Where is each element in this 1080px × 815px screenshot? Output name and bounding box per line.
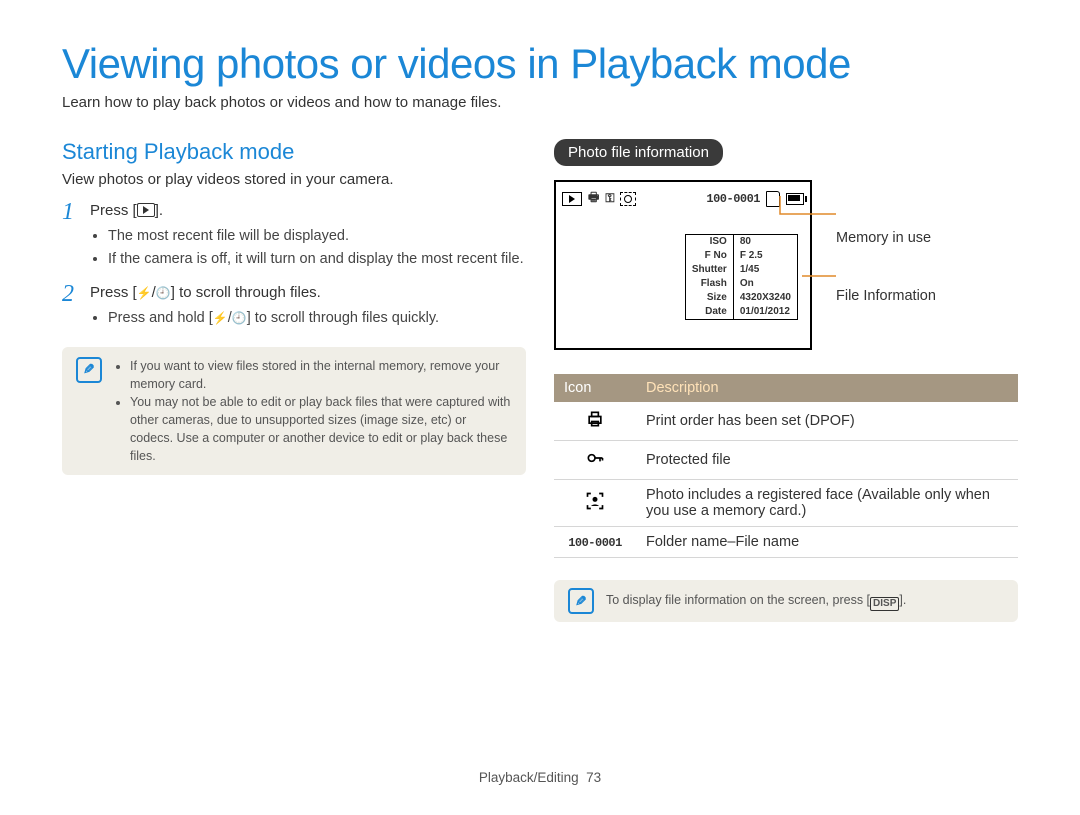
callout-file-information: File Information — [836, 288, 936, 304]
th-description: Description — [636, 374, 1018, 402]
step1-bullet-1: The most recent file will be displayed. — [108, 226, 524, 247]
step-2: 2 Press [/] to scroll through files. Pre… — [62, 282, 526, 331]
playback-mode-icon — [562, 192, 582, 206]
timer-right-icon — [232, 310, 247, 326]
step2-bullet: Press and hold [/] to scroll through fil… — [108, 308, 439, 329]
page-subtitle: Learn how to play back photos or videos … — [62, 94, 1018, 111]
bottom-note: To display file information on the scree… — [554, 580, 1018, 622]
step2-text-post: ] to scroll through files. — [171, 284, 321, 301]
step1-bullet-2: If the camera is off, it will turn on an… — [108, 249, 524, 270]
folder-file-counter: 100-0001 — [554, 527, 636, 558]
step-number: 2 — [62, 282, 80, 331]
page-title: Viewing photos or videos in Playback mod… — [62, 40, 1018, 88]
flash-left-icon — [137, 284, 152, 301]
face-icon — [620, 192, 636, 206]
section-subtitle: View photos or play videos stored in you… — [62, 171, 526, 188]
th-icon: Icon — [554, 374, 636, 402]
page-footer: Playback/Editing 73 — [0, 770, 1080, 785]
step-number: 1 — [62, 200, 80, 272]
right-column: Photo file information 100-0001 — [554, 139, 1018, 622]
flash-left-icon — [213, 310, 228, 326]
face-detect-icon — [554, 480, 636, 527]
step1-text-pre: Press [ — [90, 202, 137, 219]
callout-memory-in-use: Memory in use — [836, 230, 936, 246]
memory-card-icon — [766, 191, 780, 207]
note-item-2: You may not be able to edit or play back… — [130, 393, 512, 466]
battery-icon — [786, 193, 804, 205]
step-1: 1 Press []. The most recent file will be… — [62, 200, 526, 272]
table-row: Protected file — [554, 441, 1018, 480]
row-desc: Protected file — [636, 441, 1018, 480]
left-column: Starting Playback mode View photos or pl… — [62, 139, 526, 622]
row-desc: Print order has been set (DPOF) — [636, 402, 1018, 441]
camera-screen: 100-0001 ISO80 F NoF 2.5 Shutter1/45 Fla… — [554, 180, 812, 350]
row-desc: Photo includes a registered face (Availa… — [636, 480, 1018, 527]
playback-button-icon — [137, 203, 155, 217]
screen-illustration: 100-0001 ISO80 F NoF 2.5 Shutter1/45 Fla… — [554, 180, 1018, 350]
key-icon — [605, 191, 614, 206]
table-row: Photo includes a registered face (Availa… — [554, 480, 1018, 527]
section-title: Starting Playback mode — [62, 139, 526, 165]
key-icon — [554, 441, 636, 480]
note-box: If you want to view files stored in the … — [62, 347, 526, 476]
printer-icon — [554, 402, 636, 441]
row-desc: Folder name–File name — [636, 527, 1018, 558]
file-info-panel: ISO80 F NoF 2.5 Shutter1/45 FlashOn Size… — [685, 234, 798, 320]
step2-text-pre: Press [ — [90, 284, 137, 301]
screen-topbar: 100-0001 — [562, 188, 804, 209]
step1-text-post: ]. — [155, 202, 163, 219]
printer-icon — [588, 188, 599, 209]
note-icon — [76, 357, 102, 383]
note-icon — [568, 588, 594, 614]
disp-button-icon: DISP — [870, 597, 899, 611]
table-row: 100-0001 Folder name–File name — [554, 527, 1018, 558]
folder-file-counter: 100-0001 — [706, 192, 760, 206]
note-item-1: If you want to view files stored in the … — [130, 357, 512, 393]
table-row: Print order has been set (DPOF) — [554, 402, 1018, 441]
icon-description-table: Icon Description Print order has been se… — [554, 374, 1018, 558]
photo-file-info-heading: Photo file information — [554, 139, 723, 166]
timer-right-icon — [156, 284, 171, 301]
